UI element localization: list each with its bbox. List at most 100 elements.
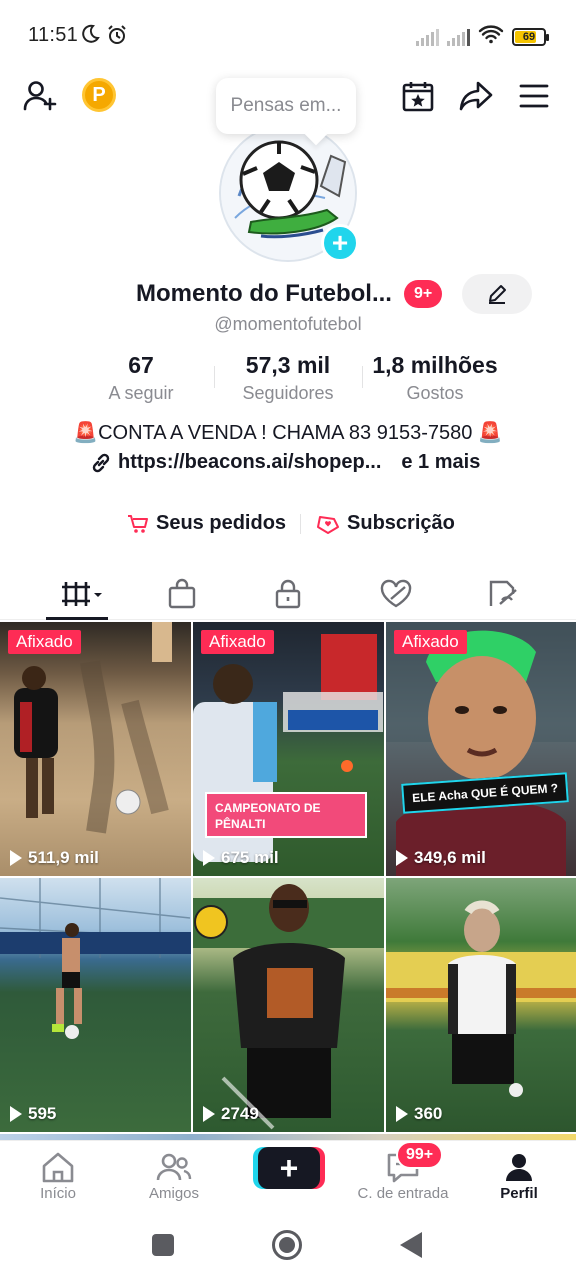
profile-bio: 🚨CONTA A VENDA ! CHAMA 83 9153-7580 🚨 xyxy=(73,422,503,444)
nav-home[interactable]: Início xyxy=(28,1149,88,1202)
notification-badge[interactable]: 9+ xyxy=(404,280,443,308)
nav-inbox-label: C. de entrada xyxy=(357,1185,449,1202)
profile-link-text[interactable]: https://beacons.ai/shopep... xyxy=(118,451,381,474)
tab-private[interactable] xyxy=(268,574,308,614)
play-icon xyxy=(203,850,215,866)
tab-shop[interactable] xyxy=(162,574,202,614)
view-count: 349,6 mil xyxy=(396,848,486,868)
inbox-badge: 99+ xyxy=(396,1141,444,1169)
view-count: 360 xyxy=(396,1104,442,1124)
nav-friends[interactable]: Amigos xyxy=(138,1149,210,1202)
play-icon xyxy=(203,1106,215,1122)
lock-icon xyxy=(275,579,301,609)
pinned-badge: Afixado xyxy=(8,630,81,654)
home-icon xyxy=(28,1149,88,1185)
profile-link-more[interactable]: e 1 mais xyxy=(401,451,480,474)
pencil-icon xyxy=(489,285,506,304)
bottom-nav: Início Amigos + C. de entrada 99+ Perfil xyxy=(0,1140,576,1210)
nav-profile[interactable]: Perfil xyxy=(494,1149,544,1202)
stat-label: Gostos xyxy=(406,383,464,403)
moon-icon xyxy=(80,24,100,51)
battery-level: 69 xyxy=(522,30,536,43)
view-count: 675 mil xyxy=(203,848,279,868)
orders-button[interactable]: Seus pedidos xyxy=(156,512,286,535)
stat-label: Seguidores xyxy=(242,383,334,403)
coin-icon[interactable]: P xyxy=(82,78,116,112)
heart-eye-slash-icon xyxy=(380,579,412,608)
tab-videos[interactable] xyxy=(56,574,108,614)
battery-icon: 69 xyxy=(512,27,549,46)
recent-apps-button[interactable] xyxy=(152,1234,174,1256)
active-tab-indicator xyxy=(46,617,108,620)
profile-handle: @momentofutebol xyxy=(214,314,362,334)
cart-icon xyxy=(126,513,150,535)
profile-name: Momento do Futebol... xyxy=(136,280,392,307)
subscription-button[interactable]: Subscrição xyxy=(347,512,455,535)
view-count: 511,9 mil xyxy=(10,848,99,868)
video-grid: Afixado 511,9 mil Afixado CAMPEONATO DE … xyxy=(0,622,576,1138)
nav-profile-label: Perfil xyxy=(500,1185,538,1202)
stat-followers[interactable]: 57,3 mil Seguidores xyxy=(228,352,348,404)
signal-icon xyxy=(416,28,439,46)
stat-following[interactable]: 67 A seguir xyxy=(86,352,196,404)
alarm-icon xyxy=(106,24,128,51)
signal-icon xyxy=(447,28,470,46)
link-icon xyxy=(92,453,110,472)
view-count-text: 675 mil xyxy=(221,848,279,867)
play-icon xyxy=(10,1106,22,1122)
video-thumbnail-6[interactable]: 360 xyxy=(386,878,576,1132)
view-count-text: 595 xyxy=(28,1104,57,1123)
profile-icon xyxy=(494,1149,544,1185)
play-icon xyxy=(396,1106,408,1122)
stats: 67 A seguir 57,3 mil Seguidores 1,8 milh… xyxy=(0,352,576,406)
view-count: 595 xyxy=(10,1104,56,1124)
status-bar: 11:51 69 xyxy=(0,0,576,70)
share-icon[interactable] xyxy=(456,76,496,116)
video-thumbnail-5[interactable]: 2749 xyxy=(193,878,384,1132)
videos-grid-icon xyxy=(62,582,102,606)
profile-link[interactable]: https://beacons.ai/shopep... e 1 mais xyxy=(90,451,480,474)
add-friend-icon[interactable] xyxy=(20,76,60,116)
view-count-text: 349,6 mil xyxy=(414,848,486,867)
video-thumbnail-4[interactable]: 595 xyxy=(0,878,191,1132)
view-count-text: 511,9 mil xyxy=(28,848,99,867)
tab-liked[interactable] xyxy=(376,574,416,614)
shopping-bag-icon xyxy=(168,578,196,609)
play-icon xyxy=(10,850,22,866)
video-thumbnail-3[interactable]: Afixado ELE Acha QUE É QUEM ? 349,6 mil xyxy=(386,622,576,876)
avatar[interactable]: + xyxy=(219,124,359,262)
add-avatar-button[interactable]: + xyxy=(321,224,359,262)
status-time: 11:51 xyxy=(28,24,79,46)
wifi-icon xyxy=(478,24,504,49)
subscription-heart-icon xyxy=(315,513,341,535)
view-count: 2749 xyxy=(203,1104,259,1124)
view-count-text: 2749 xyxy=(221,1104,259,1123)
edit-profile-button[interactable] xyxy=(462,274,532,314)
calendar-star-icon[interactable] xyxy=(398,76,438,116)
friends-icon xyxy=(138,1149,210,1185)
pinned-badge: Afixado xyxy=(201,630,274,654)
video-thumbnail-2[interactable]: Afixado CAMPEONATO DE PÊNALTI 675 mil xyxy=(193,622,384,876)
video-caption-overlay: CAMPEONATO DE PÊNALTI xyxy=(205,792,367,838)
name-row: Momento do Futebol... 9+ xyxy=(0,274,576,314)
hidden-video-icon xyxy=(489,580,517,606)
nav-friends-label: Amigos xyxy=(148,1185,200,1202)
tab-hidden[interactable] xyxy=(482,574,522,614)
view-count-text: 360 xyxy=(414,1104,443,1123)
create-button[interactable]: + xyxy=(258,1147,320,1189)
pinned-badge: Afixado xyxy=(394,630,467,654)
nav-home-label: Início xyxy=(40,1185,76,1202)
stat-value: 57,3 mil xyxy=(245,352,331,378)
stat-likes[interactable]: 1,8 milhões Gostos xyxy=(364,352,506,404)
stat-value: 67 xyxy=(128,352,154,378)
system-nav-bar xyxy=(0,1212,576,1280)
thought-bubble[interactable]: Pensas em... xyxy=(216,78,356,134)
video-thumbnail-1[interactable]: Afixado 511,9 mil xyxy=(0,622,191,876)
content-tabs xyxy=(0,570,576,620)
stat-label: A seguir xyxy=(108,383,174,403)
stat-value: 1,8 milhões xyxy=(372,352,498,378)
play-icon xyxy=(396,850,408,866)
menu-icon[interactable] xyxy=(514,76,554,116)
home-button[interactable] xyxy=(272,1230,302,1260)
back-button[interactable] xyxy=(400,1232,422,1258)
